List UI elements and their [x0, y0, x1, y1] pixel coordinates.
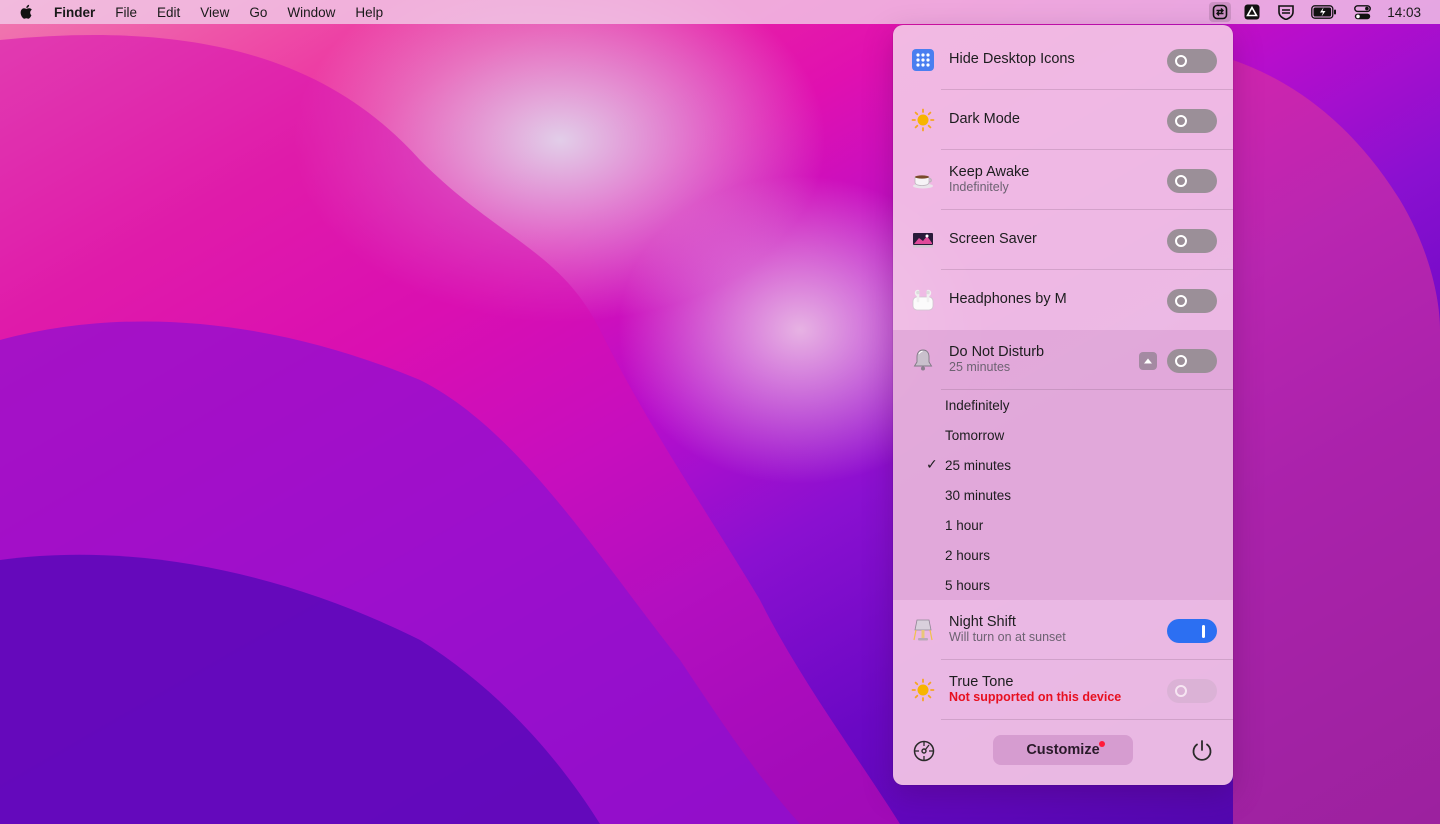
screen-saver-toggle[interactable] — [1167, 229, 1217, 253]
grid-icon — [911, 49, 935, 71]
menu-window[interactable]: Window — [287, 5, 335, 20]
row-keep-awake[interactable]: Keep Awake Indefinitely — [893, 150, 1233, 210]
battery-charging-icon[interactable] — [1311, 4, 1337, 20]
menu-file[interactable]: File — [115, 5, 137, 20]
row-subtitle: Indefinitely — [949, 180, 1009, 194]
row-title: Screen Saver — [949, 231, 1037, 247]
shield-wallet-icon[interactable] — [1277, 4, 1295, 20]
notification-dot-icon — [1099, 741, 1105, 747]
dnd-option-tomorrow[interactable]: Tomorrow — [945, 428, 1004, 443]
row-title: Keep Awake — [949, 164, 1030, 180]
airpods-icon — [911, 289, 935, 311]
chevron-up-icon — [1144, 358, 1152, 364]
one-switch-panel: Hide Desktop Icons Dark Mode Keep Awake … — [893, 25, 1233, 785]
row-do-not-disturb[interactable]: Do Not Disturb 25 minutes — [893, 330, 1233, 390]
row-headphones[interactable]: Headphones by M — [893, 270, 1233, 330]
menu-help[interactable]: Help — [355, 5, 383, 20]
customize-button[interactable]: Customize — [993, 735, 1133, 765]
cloud-drive-icon[interactable] — [1243, 4, 1261, 20]
sun-icon — [911, 678, 935, 702]
row-title: Do Not Disturb — [949, 344, 1045, 360]
dnd-option-5-hours[interactable]: 5 hours — [945, 578, 990, 593]
one-switch-icon[interactable] — [1209, 2, 1232, 22]
sun-icon — [911, 108, 935, 132]
do-not-disturb-toggle[interactable] — [1167, 349, 1217, 373]
row-hide-desktop-icons[interactable]: Hide Desktop Icons — [893, 30, 1233, 90]
status-area: 14:03 — [1209, 0, 1440, 24]
row-title: Night Shift — [949, 614, 1016, 630]
row-title: Dark Mode — [949, 111, 1020, 127]
dnd-option-30-minutes[interactable]: 30 minutes — [945, 488, 1011, 503]
row-subtitle-warning: Not supported on this device — [949, 690, 1122, 704]
row-title: Hide Desktop Icons — [949, 51, 1075, 67]
do-not-disturb-section: Do Not Disturb 25 minutes Indefinitely T… — [893, 330, 1233, 600]
menu-go[interactable]: Go — [249, 5, 267, 20]
dnd-option-indefinitely[interactable]: Indefinitely — [945, 398, 1010, 413]
hide-desktop-icons-toggle[interactable] — [1167, 49, 1217, 73]
dark-mode-toggle[interactable] — [1167, 109, 1217, 133]
headphones-toggle[interactable] — [1167, 289, 1217, 313]
row-screen-saver[interactable]: Screen Saver — [893, 210, 1233, 270]
row-subtitle: Will turn on at sunset — [949, 630, 1066, 644]
gear-icon[interactable] — [912, 739, 936, 763]
menu-view[interactable]: View — [200, 5, 229, 20]
menubar-clock[interactable]: 14:03 — [1387, 5, 1421, 20]
coffee-cup-icon — [911, 169, 935, 191]
row-title: Headphones by M — [949, 291, 1067, 307]
monitor-icon — [911, 229, 935, 251]
dnd-option-1-hour[interactable]: 1 hour — [945, 518, 983, 533]
row-dark-mode[interactable]: Dark Mode — [893, 90, 1233, 150]
dnd-option-25-minutes[interactable]: 25 minutes — [945, 458, 1011, 473]
divider — [941, 389, 1233, 390]
bell-icon — [911, 349, 935, 371]
dnd-option-2-hours[interactable]: 2 hours — [945, 548, 990, 563]
panel-footer: Customize — [893, 720, 1233, 785]
night-shift-toggle[interactable] — [1167, 619, 1217, 643]
keep-awake-toggle[interactable] — [1167, 169, 1217, 193]
menu-edit[interactable]: Edit — [157, 5, 180, 20]
power-icon[interactable] — [1190, 739, 1214, 763]
row-night-shift[interactable]: Night Shift Will turn on at sunset — [893, 600, 1233, 660]
lamp-icon — [911, 619, 935, 641]
true-tone-toggle — [1167, 679, 1217, 703]
apple-icon[interactable] — [18, 4, 34, 20]
menu-bar: Finder File Edit View Go Window Help 14:… — [0, 0, 1440, 24]
menu-app-name[interactable]: Finder — [54, 5, 95, 20]
row-subtitle: 25 minutes — [949, 360, 1011, 374]
customize-label: Customize — [1026, 742, 1100, 758]
control-center-icon[interactable] — [1353, 4, 1371, 20]
collapse-button[interactable] — [1139, 352, 1157, 370]
checkmark-icon: ✓ — [926, 456, 938, 472]
row-true-tone[interactable]: True Tone Not supported on this device — [893, 660, 1233, 720]
row-title: True Tone — [949, 674, 1014, 690]
